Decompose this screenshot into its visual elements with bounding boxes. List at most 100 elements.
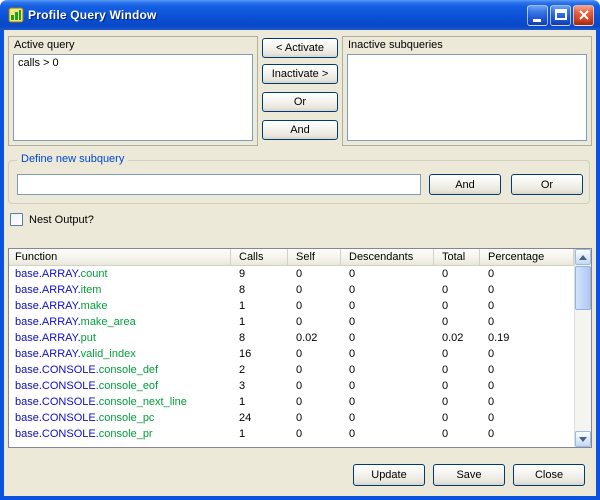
cell-function: base.ARRAY.make_area <box>9 316 231 328</box>
and-query-button[interactable]: And <box>262 120 338 140</box>
header-descendants[interactable]: Descendants <box>341 249 434 265</box>
cell-desc: 0 <box>341 348 434 360</box>
table-row[interactable]: base.CONSOLE.console_next_line10000 <box>9 394 574 410</box>
cell-pct: 0.19 <box>480 332 574 344</box>
cell-self: 0 <box>288 300 341 312</box>
nest-output-label: Nest Output? <box>29 214 94 226</box>
header-total[interactable]: Total <box>434 249 480 265</box>
table-row[interactable]: base.ARRAY.count90000 <box>9 266 574 282</box>
cell-desc: 0 <box>341 268 434 280</box>
titlebar[interactable]: Profile Query Window <box>0 0 600 30</box>
cell-calls: 2 <box>231 364 288 376</box>
cell-function: base.CONSOLE.console_pr <box>9 428 231 440</box>
cell-desc: 0 <box>341 380 434 392</box>
inactive-subqueries-list[interactable] <box>347 54 587 141</box>
cell-total: 0 <box>434 364 480 376</box>
cell-calls: 9 <box>231 268 288 280</box>
cell-pct: 0 <box>480 428 574 440</box>
minimize-button[interactable] <box>527 5 548 26</box>
update-button[interactable]: Update <box>353 464 425 486</box>
cell-function: base.ARRAY.item <box>9 284 231 296</box>
app-icon <box>8 7 24 23</box>
save-button[interactable]: Save <box>433 464 505 486</box>
subquery-or-button[interactable]: Or <box>511 174 583 195</box>
table-row[interactable]: base.ARRAY.item80000 <box>9 282 574 298</box>
header-calls[interactable]: Calls <box>231 249 288 265</box>
table-body: base.ARRAY.count90000base.ARRAY.item8000… <box>9 266 574 447</box>
cell-function: base.ARRAY.put <box>9 332 231 344</box>
nest-output-row: Nest Output? <box>10 213 94 226</box>
scroll-up-button[interactable] <box>575 249 591 265</box>
profile-query-window: Profile Query Window Active query calls … <box>0 0 600 500</box>
cell-total: 0 <box>434 412 480 424</box>
table-row[interactable]: base.ARRAY.make10000 <box>9 298 574 314</box>
window-title: Profile Query Window <box>28 8 527 22</box>
maximize-button[interactable] <box>550 5 571 26</box>
cell-calls: 24 <box>231 412 288 424</box>
close-icon <box>574 5 593 26</box>
cell-total: 0 <box>434 348 480 360</box>
cell-self: 0.02 <box>288 332 341 344</box>
active-query-item[interactable]: calls > 0 <box>14 55 252 71</box>
nest-output-checkbox[interactable] <box>10 213 23 226</box>
cell-calls: 3 <box>231 380 288 392</box>
scroll-thumb[interactable] <box>575 266 591 310</box>
or-query-button[interactable]: Or <box>262 92 338 112</box>
subquery-and-button[interactable]: And <box>429 174 501 195</box>
cell-desc: 0 <box>341 284 434 296</box>
cell-self: 0 <box>288 380 341 392</box>
cell-desc: 0 <box>341 428 434 440</box>
activate-button[interactable]: < Activate <box>262 38 338 58</box>
cell-calls: 8 <box>231 284 288 296</box>
cell-total: 0.02 <box>434 332 480 344</box>
cell-function: base.CONSOLE.console_def <box>9 364 231 376</box>
cell-calls: 8 <box>231 332 288 344</box>
table-row[interactable]: base.CONSOLE.console_pc240000 <box>9 410 574 426</box>
table-row[interactable]: base.CONSOLE.console_pr10000 <box>9 426 574 442</box>
cell-desc: 0 <box>341 300 434 312</box>
inactivate-button[interactable]: Inactivate > <box>262 64 338 84</box>
header-function[interactable]: Function <box>9 249 231 265</box>
cell-total: 0 <box>434 300 480 312</box>
cell-total: 0 <box>434 316 480 328</box>
scroll-down-icon <box>579 437 587 442</box>
minimize-icon <box>528 5 547 26</box>
maximize-icon <box>551 5 570 26</box>
cell-pct: 0 <box>480 412 574 424</box>
table-row[interactable]: base.CONSOLE.console_eof30000 <box>9 378 574 394</box>
cell-pct: 0 <box>480 348 574 360</box>
close-dialog-button[interactable]: Close <box>513 464 585 486</box>
cell-function: base.ARRAY.valid_index <box>9 348 231 360</box>
cell-self: 0 <box>288 396 341 408</box>
close-button[interactable] <box>573 5 594 26</box>
cell-pct: 0 <box>480 364 574 376</box>
cell-self: 0 <box>288 412 341 424</box>
scroll-up-icon <box>579 255 587 260</box>
cell-function: base.CONSOLE.console_eof <box>9 380 231 392</box>
cell-desc: 0 <box>341 332 434 344</box>
vertical-scrollbar[interactable] <box>574 249 591 447</box>
cell-function: base.ARRAY.count <box>9 268 231 280</box>
define-subquery-group: Define new subquery And Or <box>8 160 590 204</box>
cell-self: 0 <box>288 348 341 360</box>
cell-calls: 1 <box>231 300 288 312</box>
header-percentage[interactable]: Percentage <box>480 249 574 265</box>
inactive-subqueries-frame: Inactive subqueries <box>342 36 592 146</box>
table-row[interactable]: base.CONSOLE.console_def20000 <box>9 362 574 378</box>
scroll-down-button[interactable] <box>575 431 591 447</box>
table-row[interactable]: base.ARRAY.valid_index160000 <box>9 346 574 362</box>
table-header: Function Calls Self Descendants Total Pe… <box>9 249 574 266</box>
table-row[interactable]: base.ARRAY.put80.0200.020.19 <box>9 330 574 346</box>
table-row[interactable]: base.ARRAY.make_area10000 <box>9 314 574 330</box>
cell-self: 0 <box>288 316 341 328</box>
header-self[interactable]: Self <box>288 249 341 265</box>
active-query-list[interactable]: calls > 0 <box>13 54 253 141</box>
active-query-frame: Active query calls > 0 <box>8 36 258 146</box>
cell-self: 0 <box>288 364 341 376</box>
subquery-input[interactable] <box>17 174 421 195</box>
cell-self: 0 <box>288 428 341 440</box>
cell-calls: 1 <box>231 396 288 408</box>
cell-pct: 0 <box>480 300 574 312</box>
cell-pct: 0 <box>480 380 574 392</box>
cell-function: base.CONSOLE.console_pc <box>9 412 231 424</box>
